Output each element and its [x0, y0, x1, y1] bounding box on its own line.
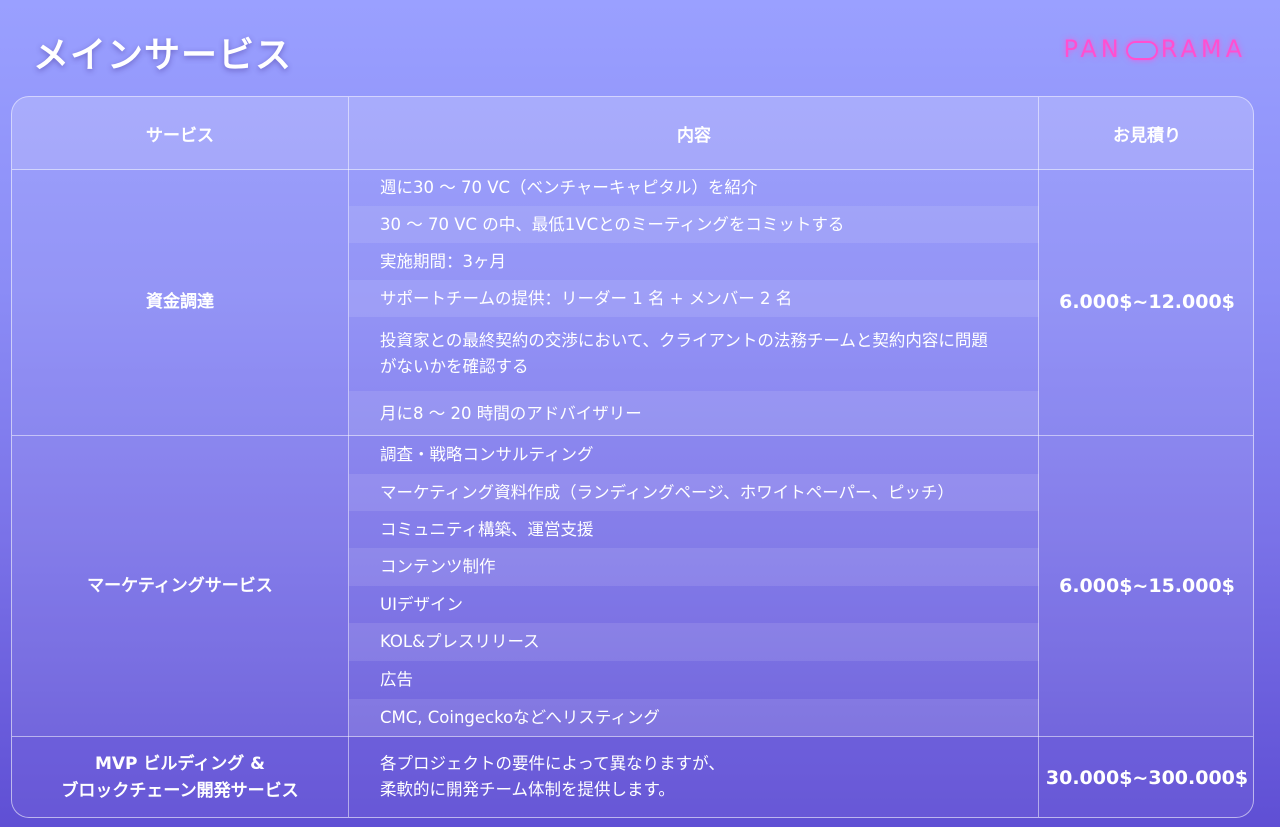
panorama-logo: PAN RAMA	[1063, 35, 1246, 63]
list-item: コミュニティ構築、運営支援	[380, 519, 594, 539]
logo-ring-icon	[1125, 40, 1158, 60]
list-item: サポートチームの提供：リーダー 1 名 + メンバー 2 名	[349, 280, 1039, 317]
price: 30.000$~300.000$	[1045, 767, 1249, 789]
row-fundraising: 資金調達 週に30 〜 70 VC（ベンチャーキャピタル）を紹介 30 〜 70…	[12, 169, 1253, 436]
list-item: UIデザイン	[380, 594, 463, 614]
header-service: サービス	[146, 125, 214, 146]
service-name: マーケティングサービス	[87, 575, 273, 596]
list-item: 週に30 〜 70 VC（ベンチャーキャピタル）を紹介	[380, 177, 758, 197]
price: 6.000$~12.000$	[1059, 291, 1235, 313]
list-item: 実施期間：3ヶ月	[380, 251, 506, 271]
content-list: 各プロジェクトの要件によって異なりますが、 柔軟的に開発チーム体制を提供します。	[349, 737, 1039, 817]
services-table: サービス 内容 お見積り 資金調達 週に30 〜 70 VC（ベンチャーキャピタ…	[11, 96, 1254, 818]
list-item: 投資家との最終契約の交渉において、クライアントの法務チームと契約内容に問題がない…	[380, 331, 988, 376]
page-title: メインサービス	[33, 35, 293, 76]
content-line1: 各プロジェクトの要件によって異なりますが、	[380, 754, 725, 773]
list-item: マーケティング資料作成（ランディングページ、ホワイトペーパー、ピッチ）	[349, 474, 1039, 511]
service-name-line1: MVP ビルディング &	[94, 754, 265, 774]
list-item: 調査・戦略コンサルティング	[380, 445, 594, 464]
service-name-line2: ブロックチェーン開発サービス	[61, 781, 299, 801]
list-item: 広告	[380, 670, 413, 689]
row-marketing: マーケティングサービス 調査・戦略コンサルティング マーケティング資料作成（ラン…	[12, 436, 1253, 737]
table-header: サービス 内容 お見積り	[12, 97, 1253, 170]
header-estimate: お見積り	[1113, 125, 1181, 146]
price: 6.000$~15.000$	[1059, 575, 1235, 597]
service-name: 資金調達	[146, 291, 214, 312]
list-item: KOL&プレスリリース	[349, 623, 1039, 661]
content-list: 週に30 〜 70 VC（ベンチャーキャピタル）を紹介 30 〜 70 VC の…	[349, 169, 1039, 436]
list-item: CMC, Coingeckoなどへリスティング	[349, 699, 1039, 737]
list-item: 月に8 〜 20 時間のアドバイザリー	[349, 391, 1039, 436]
list-item: コンテンツ制作	[349, 548, 1039, 586]
service-name: MVP ビルディング & ブロックチェーン開発サービス	[12, 737, 348, 817]
column-divider	[1038, 97, 1039, 817]
row-mvp: MVP ビルディング & ブロックチェーン開発サービス 各プロジェクトの要件によ…	[12, 737, 1253, 817]
content-list: 調査・戦略コンサルティング マーケティング資料作成（ランディングページ、ホワイト…	[349, 436, 1039, 737]
column-divider	[348, 97, 349, 817]
list-item: 30 〜 70 VC の中、最低1VCとのミーティングをコミットする	[349, 206, 1039, 243]
header-content: 内容	[677, 125, 711, 146]
content-line2: 柔軟的に開発チーム体制を提供します。	[380, 780, 675, 799]
